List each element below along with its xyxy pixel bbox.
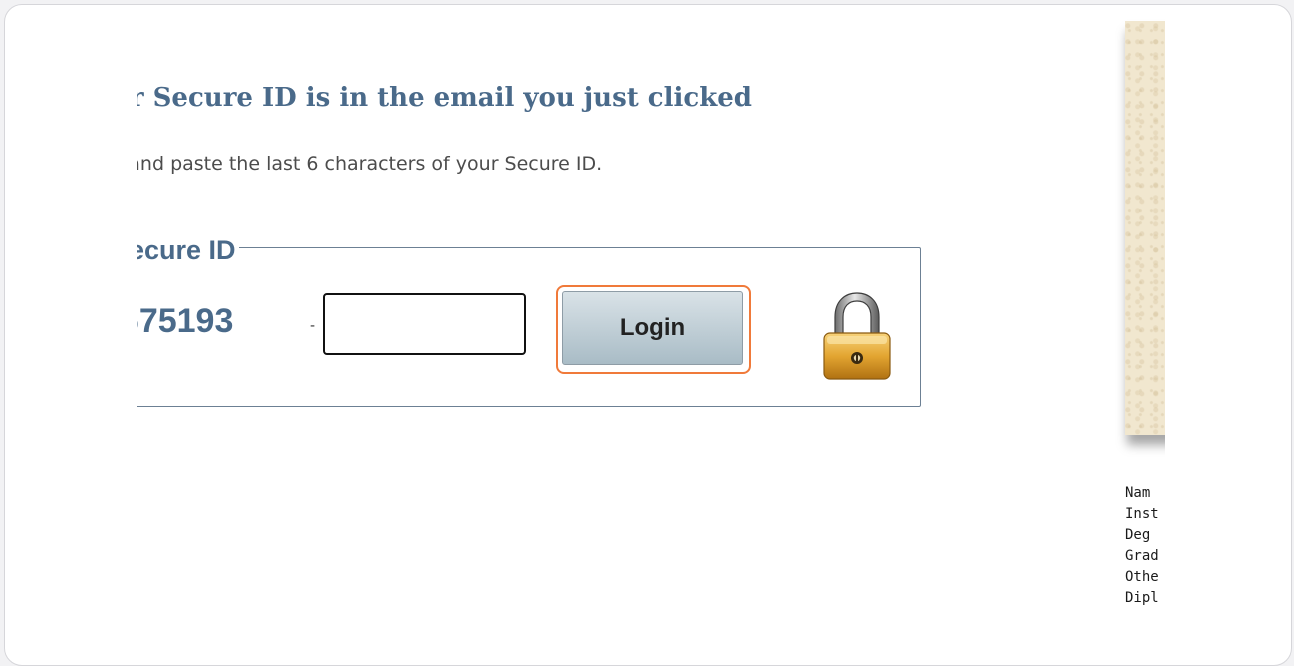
browser-frame: ur Secure ID is in the email you just cl… (4, 4, 1292, 666)
secure-id-separator: - (310, 318, 316, 334)
detail-other-label: Othe (1125, 569, 1159, 585)
diploma-image (1125, 21, 1165, 435)
secure-id-suffix-input[interactable] (323, 293, 526, 355)
page-content: ur Secure ID is in the email you just cl… (137, 5, 1165, 648)
instruction-text: y and paste the last 6 characters of you… (137, 153, 603, 175)
secure-id-heading: ur Secure ID is in the email you just cl… (137, 83, 752, 113)
padlock-icon (823, 292, 891, 380)
detail-graduation-label: Grad (1125, 548, 1159, 564)
detail-institution-label: Inst (1125, 506, 1159, 522)
login-button[interactable]: Login (562, 291, 743, 365)
secure-id-prefix: 0675193 (137, 302, 234, 340)
detail-name-label: Nam (1125, 485, 1151, 501)
secure-id-legend: Secure ID (137, 235, 239, 266)
detail-degree-label: Deg (1125, 527, 1151, 543)
secure-id-fieldset (137, 247, 921, 407)
certificate-details: Nam Inst Deg Grad Othe Dipl (1125, 483, 1165, 609)
detail-diploma-label: Dipl (1125, 590, 1159, 606)
